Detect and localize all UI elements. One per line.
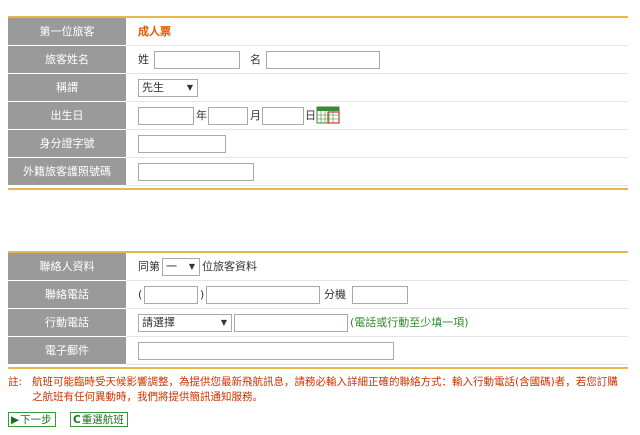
passenger-header-label: 第一位旅客 [8,18,126,46]
id-number-input[interactable] [138,135,226,153]
reselect-flight-button[interactable]: C重選航班 [70,412,128,427]
surname-input[interactable] [154,51,240,69]
contact-email-label: 電子郵件 [8,337,126,365]
same-as-prefix: 同第 [138,260,160,273]
extension-label: 分機 [324,288,346,301]
refresh-icon: C [73,414,81,426]
next-step-label: 下一步 [20,414,52,426]
area-code-open-paren: ( [138,288,143,301]
birth-month-unit: 月 [250,109,261,122]
passenger-birth-row: 出生日 年 月 日 [8,102,628,130]
passenger-passport-row: 外籍旅客護照號碼 [8,158,628,186]
title-select-value: 先生 [142,81,164,94]
chevron-down-icon: ▼ [220,318,227,327]
play-arrow-icon: ▶ [11,414,20,426]
passenger-birth-label: 出生日 [8,102,126,130]
contact-mobile-row: 行動電話 請選擇 ▼ (電話或行動至少填一項) [8,309,628,337]
contact-bottom-border [8,367,628,369]
passenger-header-row: 第一位旅客 成人票 [8,18,628,46]
title-select[interactable]: 先生 ▼ [138,79,198,97]
phone-number-input[interactable] [206,286,320,304]
contact-mobile-label: 行動電話 [8,309,126,337]
passenger-title-label: 稱謂 [8,74,126,102]
reselect-flight-label: 重選航班 [81,414,124,426]
passport-number-input[interactable] [138,163,254,181]
birth-month-input[interactable] [208,107,248,125]
contact-header-row: 聯絡人資料 同第 一 ▼ 位旅客資料 [8,253,628,281]
same-as-select-value: 一 [166,260,177,273]
passenger-name-row: 旅客姓名 姓 名 [8,46,628,74]
passenger-bottom-border [8,188,628,190]
contact-phone-row: 聯絡電話 ( ) 分機 [8,281,628,309]
notice-label: 註: [8,376,23,388]
same-as-suffix: 位旅客資料 [202,260,257,273]
passenger-name-label: 旅客姓名 [8,46,126,74]
mobile-select-value: 請選擇 [142,316,175,329]
next-step-button[interactable]: ▶下一步 [8,412,56,427]
extension-input[interactable] [352,286,408,304]
passenger-title-row: 稱謂 先生 ▼ [8,74,628,102]
email-input[interactable] [138,342,394,360]
contact-phone-label: 聯絡電話 [8,281,126,309]
area-code-input[interactable] [144,286,198,304]
passenger-passport-label: 外籍旅客護照號碼 [8,158,126,186]
passenger-id-label: 身分證字號 [8,130,126,158]
chevron-down-icon: ▼ [188,262,195,271]
birth-year-input[interactable] [138,107,194,125]
passenger-id-row: 身分證字號 [8,130,628,158]
calendar-icon[interactable] [316,106,340,124]
birth-day-unit: 日 [305,109,316,122]
contact-header-label: 聯絡人資料 [8,253,126,281]
ticket-type: 成人票 [138,25,171,38]
same-as-passenger-select[interactable]: 一 ▼ [162,258,200,276]
birth-day-input[interactable] [262,107,304,125]
area-code-close-paren: ) [200,288,205,301]
surname-label: 姓 [138,53,149,66]
contact-requirement-hint: (電話或行動至少填一項) [350,316,469,329]
birth-year-unit: 年 [196,109,207,122]
given-name-label: 名 [250,53,261,66]
chevron-down-icon: ▼ [186,83,193,92]
mobile-country-select[interactable]: 請選擇 ▼ [138,314,232,332]
notice-text: 航班可能臨時受天候影響調整，為提供您最新飛航訊息，請務必輸入詳細正確的聯絡方式：… [32,376,618,403]
given-name-input[interactable] [266,51,380,69]
contact-email-row: 電子郵件 [8,337,628,365]
mobile-number-input[interactable] [234,314,348,332]
